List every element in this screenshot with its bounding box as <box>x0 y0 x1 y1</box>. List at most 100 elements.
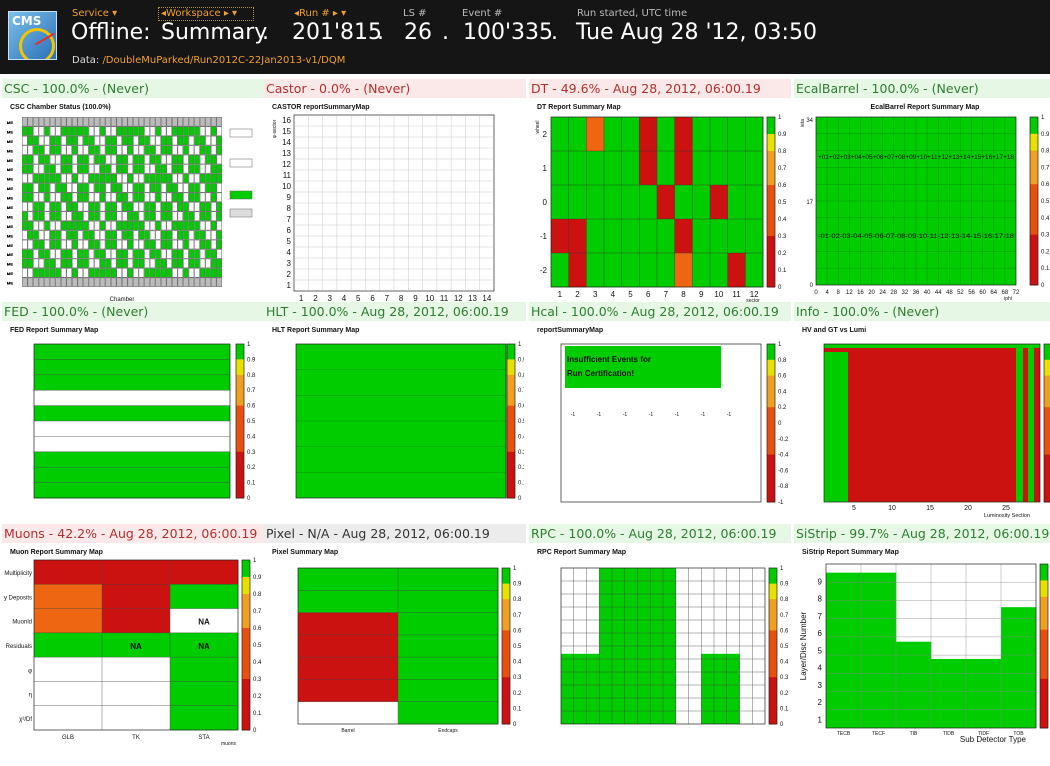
color-scale-segment <box>242 679 250 688</box>
panel-fed[interactable]: FED - 100.0% - (Never) FED Report Summary… <box>2 302 264 544</box>
chamber-cell <box>216 173 222 184</box>
chamber-cell <box>27 249 34 259</box>
color-scale-segment <box>236 351 244 360</box>
run-number-value[interactable]: 201'815 <box>292 20 382 45</box>
scale-tick: 0.6 <box>253 626 262 632</box>
y-tick: 16 <box>282 116 291 125</box>
chamber-cell <box>133 220 139 231</box>
workspace-value[interactable]: Summary <box>161 20 267 45</box>
panel-title[interactable]: DT - 49.6% - Aug 28, 2012, 06:00.19 <box>529 79 791 98</box>
run-number-menu[interactable]: ◂Run # ▸ ▾ <box>294 8 346 19</box>
fed-row <box>34 374 230 391</box>
color-scale-segment <box>1030 259 1038 269</box>
panel-title[interactable]: CSC - 100.0% - (Never) <box>2 79 264 98</box>
plot-pixel[interactable]: Pixel Summary Map Barrel Endcaps 1 0.9 0.8 0.7… <box>266 544 524 764</box>
plot-hlt[interactable]: HLT Report Summary Map10.90.80.70.60.50.… <box>266 322 524 542</box>
chamber-cell <box>138 258 145 269</box>
rpc-column <box>726 653 740 724</box>
panel-hcal[interactable]: Hcal - 100.0% - Aug 28, 2012, 06:00.19 re… <box>529 302 791 544</box>
chamber-cell <box>33 249 39 259</box>
chamber-cell <box>138 183 145 193</box>
scale-tick: 0.3 <box>247 450 256 456</box>
panel-dt[interactable]: DT - 49.6% - Aug 28, 2012, 06:00.19 DT Re… <box>529 79 791 321</box>
panel-title[interactable]: Pixel - N/A - Aug 28, 2012, 06:00.19 <box>264 524 526 543</box>
color-scale-segment <box>1044 351 1050 361</box>
plot-muons[interactable]: Muon Report Summary Map NA NA NA Multiplicit… <box>4 544 262 764</box>
muon-cell <box>34 584 103 609</box>
plot-hcal[interactable]: reportSummaryMap Insufficient Events for R… <box>531 322 789 542</box>
panel-title[interactable]: RPC - 100.0% - Aug 28, 2012, 06:00.19 <box>529 524 791 543</box>
panel-sistrip[interactable]: SiStrip - 99.7% - Aug 28, 2012, 06:00.19… <box>794 524 1050 766</box>
chamber-cell <box>83 126 89 136</box>
plot-ecal-barrel[interactable]: EcalBarrel Report Summary Map +01+02+03+0… <box>796 99 1050 319</box>
plot-dt[interactable]: DT Report Summary Map 2 1 0 -1 -2 1 2 3 4 5 6 7 8 9 10 1… <box>531 99 789 319</box>
chamber-cell <box>60 154 67 165</box>
chamber-cell <box>44 230 50 240</box>
chamber-cell <box>99 135 106 146</box>
chamber-cell <box>183 249 189 259</box>
chamber-cell <box>72 192 78 202</box>
chamber-cell <box>133 154 139 165</box>
panel-title[interactable]: EcalBarrel - 100.0% - (Never) <box>794 79 1050 98</box>
panel-rpc[interactable]: RPC - 100.0% - Aug 28, 2012, 06:00.19 RPC… <box>529 524 791 766</box>
dt-cell <box>551 219 569 254</box>
color-scale-segment <box>502 614 510 624</box>
service-menu[interactable]: Service ▾ <box>72 8 117 19</box>
plot-rpc[interactable]: RPC Report Summary Map 1 0.9 0.8 0.7 0.6 0.5 0.… <box>531 544 789 764</box>
chamber-cell <box>216 145 222 155</box>
chamber-cell <box>199 117 206 127</box>
color-scale-segment <box>1044 438 1050 448</box>
dataset-link[interactable]: /DoubleMuParked/Run2012C-22Jan2013-v1/DQ… <box>102 55 345 66</box>
color-scale-segment <box>1040 687 1048 696</box>
y-tick: 6 <box>818 629 823 638</box>
chamber-cell <box>99 154 106 165</box>
chamber-cell <box>160 268 167 278</box>
panel-ecal-barrel[interactable]: EcalBarrel - 100.0% - (Never) EcalBarrel … <box>794 79 1050 321</box>
panel-csc[interactable]: CSC - 100.0% - (Never) CSC Chamber Status… <box>2 79 264 321</box>
chamber-cell <box>105 211 111 221</box>
chamber-cell <box>177 135 184 146</box>
chamber-cell <box>44 126 50 136</box>
panel-hlt[interactable]: HLT - 100.0% - Aug 28, 2012, 06:00.19 HLT… <box>264 302 526 544</box>
plot-castor[interactable]: CASTOR reportSummaryMap 16 15 14 13 12 11 10 9 8 7… <box>266 99 524 319</box>
chamber-cell <box>177 164 184 174</box>
color-scale-segment <box>502 622 510 631</box>
plot-fed[interactable]: FED Report Summary Map 1 0.9 0.8 0.7 0.6 0.5 0.… <box>4 322 262 542</box>
plot-sistrip[interactable]: SiStrip Report Summary Map 1 2 3 4 5 6 7 8 9 TECB T… <box>796 544 1050 764</box>
scale-tick: 0.4 <box>780 660 789 666</box>
chamber-cell <box>99 145 106 155</box>
workspace-menu[interactable]: ◂Workspace ▸ ▾ <box>161 8 237 19</box>
panel-title[interactable]: Muons - 42.2% - Aug 28, 2012, 06:00.19 <box>2 524 264 543</box>
y-tick: 15 <box>282 127 291 136</box>
panel-title[interactable]: Castor - 0.0% - (Never) <box>264 79 526 98</box>
chamber-cell <box>144 135 150 146</box>
dt-cell <box>604 185 622 220</box>
chamber-cell <box>166 249 172 259</box>
panel-title[interactable]: Hcal - 100.0% - Aug 28, 2012, 06:00.19 <box>529 302 791 321</box>
chamber-cell <box>138 154 145 165</box>
chamber-cell <box>138 220 145 231</box>
panel-pixel[interactable]: Pixel - N/A - Aug 28, 2012, 06:00.19 Pixe… <box>264 524 526 766</box>
chamber-cell <box>72 230 78 240</box>
scale-tick: 0.4 <box>518 434 524 440</box>
chamber-cell <box>49 230 56 240</box>
dt-cell <box>674 219 693 254</box>
panel-info[interactable]: Info - 100.0% - (Never) HV and GT vs Lumi… <box>794 302 1050 544</box>
y-tick: 11 <box>283 171 292 180</box>
panel-title[interactable]: FED - 100.0% - (Never) <box>2 302 264 321</box>
panel-title[interactable]: SiStrip - 99.7% - Aug 28, 2012, 06:00.19 <box>794 524 1050 543</box>
chamber-cell <box>33 211 39 221</box>
panel-title[interactable]: HLT - 100.0% - Aug 28, 2012, 06:00.19 <box>264 302 526 321</box>
row-label: ME <box>7 177 13 182</box>
cell-value: -1 <box>597 412 602 418</box>
panel-muons[interactable]: Muons - 42.2% - Aug 28, 2012, 06:00.19 Mu… <box>2 524 264 766</box>
chamber-cell <box>149 135 156 146</box>
y-tick: 2 <box>543 130 548 139</box>
panel-title[interactable]: Info - 100.0% - (Never) <box>794 302 1050 321</box>
panel-castor[interactable]: Castor - 0.0% - (Never) CASTOR reportSumm… <box>264 79 526 321</box>
plot-csc[interactable]: CSC Chamber Status (100.0%) ME ME ME ME ME ME M… <box>4 99 262 319</box>
plot-info[interactable]: HV and GT vs Lumi 5 10 15 20 25 Luminosity Sec… <box>796 322 1050 542</box>
dt-cell <box>710 219 728 254</box>
chamber-cell <box>27 192 34 202</box>
x-tick: Endcaps <box>438 728 458 734</box>
